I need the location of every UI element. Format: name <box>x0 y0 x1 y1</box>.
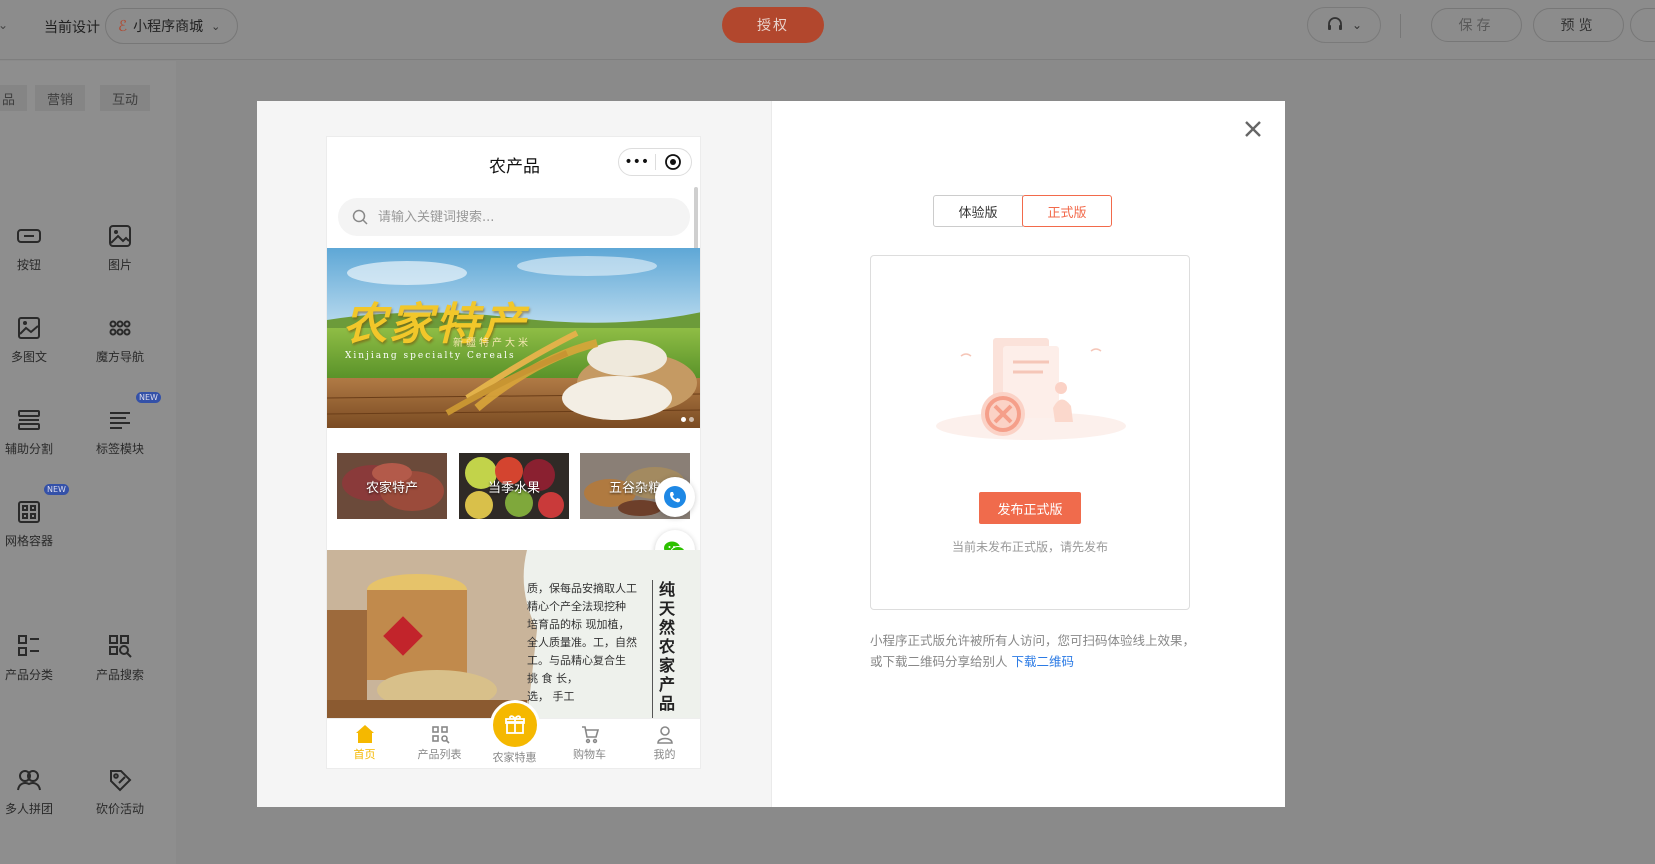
component-multi-image-text[interactable]: 多图文 <box>0 314 69 365</box>
component-cube-nav[interactable]: 魔方导航 <box>80 314 160 365</box>
component-tag-module[interactable]: 标签模块 <box>80 406 160 457</box>
category-label: 农家特产 <box>365 481 418 496</box>
publish-release-button[interactable]: 发布正式版 <box>979 492 1081 524</box>
phone-preview: 农产品 ••• 请输入关键词搜索... 农家特产 新疆特产大米 Xinjiang… <box>326 136 701 769</box>
article-vertical-title: 纯天然农家产品 <box>658 580 675 713</box>
publish-pane: 体验版 正式版 发布正式版 当前未发布正式版，请先发布 小程序正式版允许被所有人… <box>771 101 1285 807</box>
tag-module-icon <box>110 412 130 429</box>
product-list-icon <box>431 726 450 744</box>
phone-header: 农产品 ••• <box>327 137 700 189</box>
miniapp-icon: ℰ <box>118 17 128 35</box>
panel-tab-products[interactable]: 品 <box>0 85 28 111</box>
release-description: 小程序正式版允许被所有人访问，您可扫码体验线上效果，或下载二维码分享给别人 下载… <box>870 633 1196 669</box>
button-icon <box>17 229 41 243</box>
component-product-category[interactable]: 产品分类 <box>0 632 69 683</box>
tab-trial-version[interactable]: 体验版 <box>933 195 1023 227</box>
component-group-buy[interactable]: 多人拼团 <box>0 766 69 817</box>
top-bar: ⌄ 当前设计 ℰ 小程序商城 ⌄ 授权 ⌄ 保存 预览 <box>0 0 1655 60</box>
support-dropdown[interactable]: ⌄ <box>1307 7 1381 43</box>
panel-tab-marketing[interactable]: 营销 <box>35 85 86 111</box>
miniapp-capsule[interactable]: ••• <box>618 148 692 176</box>
group-buy-icon <box>17 770 41 791</box>
home-icon <box>355 725 374 743</box>
tab-mine[interactable]: 我的 <box>627 724 700 762</box>
app-select[interactable]: ℰ 小程序商城 ⌄ <box>105 8 238 44</box>
multi-image-text-icon <box>18 317 40 339</box>
publish-button-partial[interactable] <box>1630 8 1655 42</box>
search-bar[interactable] <box>338 198 690 236</box>
phone-icon <box>664 486 686 508</box>
article-divider <box>652 580 653 720</box>
component-bargain[interactable]: 砍价活动 <box>80 766 160 817</box>
bargain-icon <box>110 770 132 792</box>
category-label: 当季水果 <box>487 481 540 496</box>
component-panel: 品 营销 互动 按钮 图片 多图文 魔方导航 辅助分割 标签模块 NEW 网格容… <box>0 61 176 864</box>
category-seasonal-fruit[interactable]: 当季水果 <box>459 453 569 519</box>
cart-icon <box>581 726 599 744</box>
gift-bubble[interactable] <box>490 700 540 750</box>
chevron-down-icon[interactable]: ⌄ <box>0 18 8 32</box>
phone-tabbar: 首页 产品列表 农家特惠 购物车 我的 <box>327 700 700 768</box>
gift-icon <box>505 715 525 734</box>
banner[interactable]: 农家特产 新疆特产大米 Xinjiang specialty Cereals <box>327 248 700 428</box>
phone-preview-pane: 农产品 ••• 请输入关键词搜索... 农家特产 新疆特产大米 Xinjiang… <box>257 101 771 807</box>
close-miniapp-icon[interactable] <box>656 153 692 171</box>
tab-cart[interactable]: 购物车 <box>552 724 627 762</box>
component-divider[interactable]: 辅助分割 <box>0 406 69 457</box>
not-published-illustration <box>936 338 1126 440</box>
component-button[interactable]: 按钮 <box>0 222 69 273</box>
new-badge: NEW <box>136 392 161 403</box>
version-toggle: 体验版 正式版 <box>933 195 1112 227</box>
article-text: 质，保每品安摘取人工 精心个产全法现挖种 培育品的标 现加植， 全人质量准。工，… <box>527 582 637 703</box>
article-section[interactable]: 质，保每品安摘取人工 精心个产全法现挖种 培育品的标 现加植， 全人质量准。工，… <box>327 550 700 720</box>
download-qr-link[interactable]: 下载二维码 <box>1012 654 1075 669</box>
banner-english: Xinjiang specialty Cereals <box>345 351 516 361</box>
product-category-icon <box>18 635 39 656</box>
phone-call-button[interactable] <box>655 477 695 517</box>
current-design-label: 当前设计 <box>44 20 100 36</box>
chevron-down-icon: ⌄ <box>1351 18 1363 32</box>
component-product-search[interactable]: 产品搜索 <box>80 632 160 683</box>
save-button[interactable]: 保存 <box>1431 8 1522 42</box>
qr-code-box: 发布正式版 当前未发布正式版，请先发布 <box>870 255 1190 610</box>
grid-container-icon <box>18 501 40 523</box>
close-icon[interactable] <box>1241 117 1265 141</box>
category-farm-specialty[interactable]: 农家特产 <box>337 453 447 519</box>
toolbar-divider <box>1400 14 1401 38</box>
more-icon[interactable]: ••• <box>619 154 655 170</box>
cube-nav-icon <box>109 320 131 336</box>
tab-release-version[interactable]: 正式版 <box>1022 195 1112 227</box>
preview-modal: 农产品 ••• 请输入关键词搜索... 农家特产 新疆特产大米 Xinjiang… <box>257 101 1285 807</box>
preview-button[interactable]: 预览 <box>1533 8 1624 42</box>
app-select-value: 小程序商城 <box>133 19 204 35</box>
auth-button[interactable]: 授权 <box>722 7 824 43</box>
banner-dots <box>681 417 694 422</box>
product-search-icon <box>109 635 132 658</box>
not-published-hint: 当前未发布正式版，请先发布 <box>951 540 1108 554</box>
user-icon <box>656 726 673 744</box>
component-grid-container[interactable]: 网格容器 <box>0 498 69 549</box>
tab-home[interactable]: 首页 <box>327 724 402 762</box>
banner-subtitle: 新疆特产大米 <box>453 338 531 349</box>
tab-product-list[interactable]: 产品列表 <box>402 724 477 762</box>
panel-tab-interaction[interactable]: 互动 <box>100 85 151 111</box>
component-image[interactable]: 图片 <box>80 222 160 273</box>
divider-icon <box>18 410 40 430</box>
tab-farm-deals[interactable]: 农家特惠 <box>477 700 552 765</box>
image-icon <box>109 225 131 247</box>
chevron-down-icon: ⌄ <box>211 19 221 33</box>
search-input[interactable] <box>378 209 658 225</box>
new-badge: NEW <box>44 484 69 495</box>
search-icon <box>352 209 368 225</box>
headset-icon <box>1327 17 1342 30</box>
